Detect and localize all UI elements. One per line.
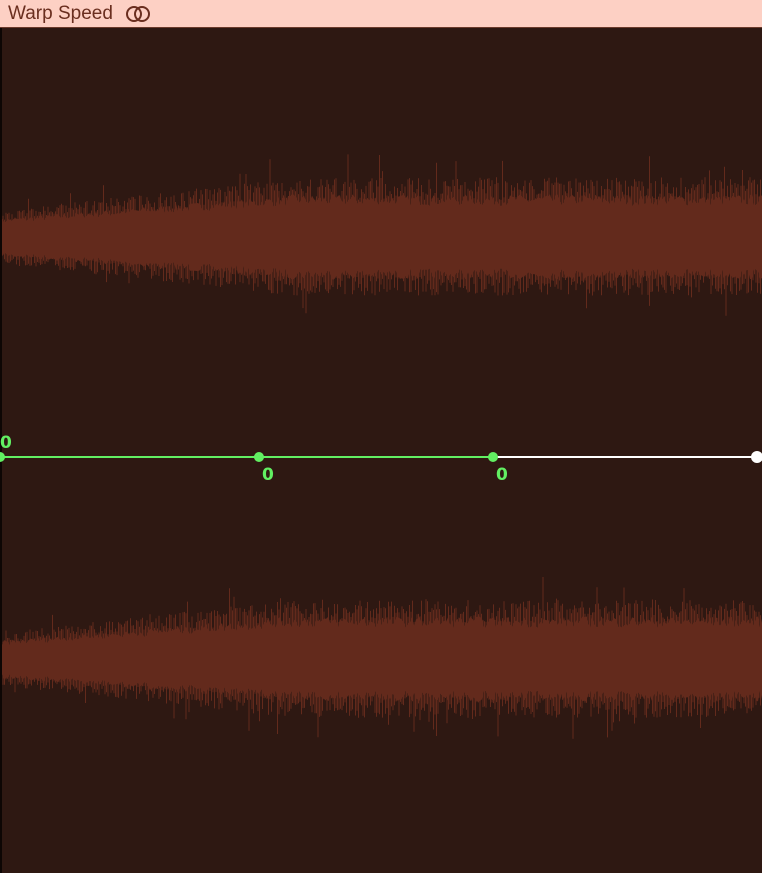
automation-point-end[interactable] xyxy=(751,451,762,463)
automation-value-label: 0 xyxy=(0,433,12,453)
automation-line[interactable] xyxy=(0,0,762,873)
automation-point-1[interactable] xyxy=(0,452,5,462)
automation-point-2[interactable] xyxy=(254,452,264,462)
automation-point-3[interactable] xyxy=(488,452,498,462)
automation-value-label: 0 xyxy=(262,465,274,485)
automation-value-label: 0 xyxy=(496,465,508,485)
